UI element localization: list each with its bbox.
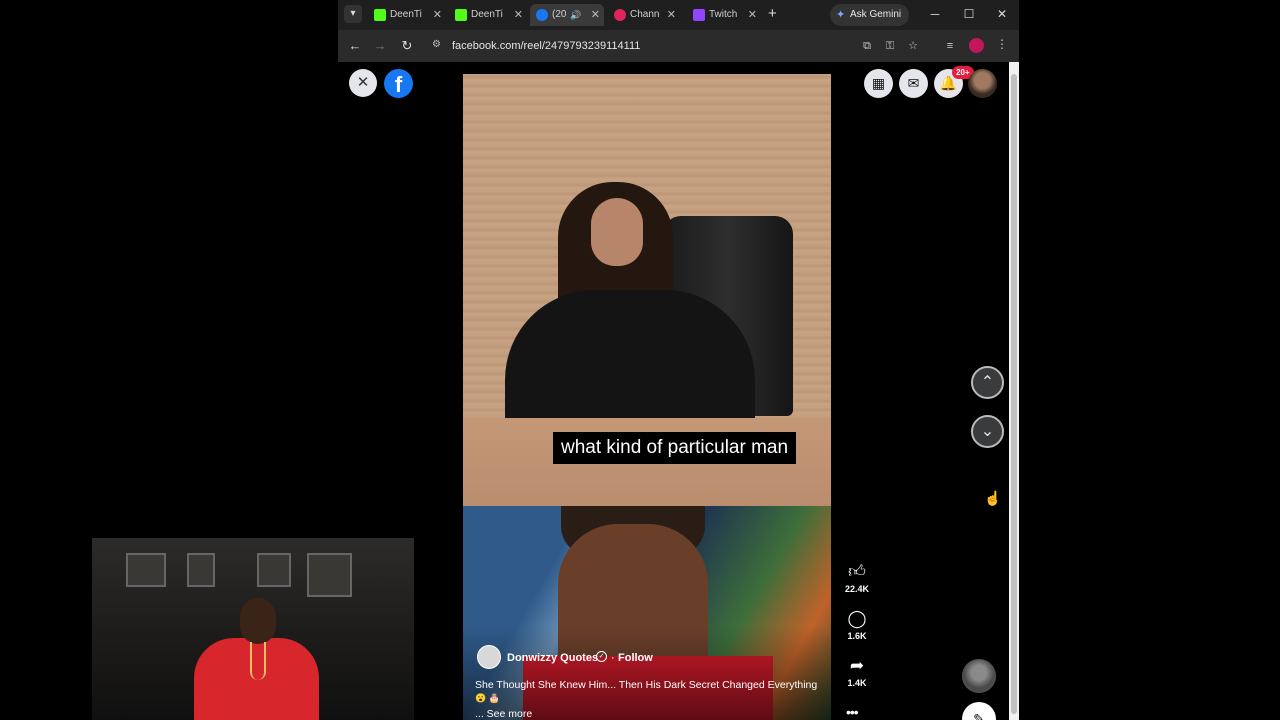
reel-title: She Thought She Knew Him... Then His Dar… [475, 679, 818, 691]
tab-close-icon[interactable]: ✕ [748, 4, 757, 26]
toolbar: ← → ↻ ⚙ facebook.com/reel/24797932391141… [338, 30, 1019, 62]
tab-deenti-2[interactable]: DeenTi ✕ [449, 4, 527, 26]
scrollbar-thumb[interactable] [1011, 74, 1017, 714]
like-count: 22.4K [844, 584, 870, 594]
webcam-overlay [92, 538, 414, 720]
thumbs-up-icon: 👍︎ [848, 562, 866, 581]
kick-icon [455, 9, 467, 21]
messenger-icon[interactable]: ✉ [899, 69, 928, 98]
reel-video-portrait[interactable]: Donwizzy Quotes ✓ · Follow She Thought S… [463, 506, 831, 720]
next-reel-button[interactable]: ⌄ [971, 415, 1004, 448]
previous-reel-button[interactable]: ⌃ [971, 366, 1004, 399]
emoji-icons: 😮 🎂 [475, 693, 500, 703]
mouse-cursor-icon: ☝ [984, 490, 1002, 506]
browser-window: ▾ DeenTi ✕ DeenTi ✕ (20 🔊 ✕ Chann ✕ Twit… [338, 0, 1019, 720]
page-scrollbar[interactable] [1009, 62, 1019, 720]
create-post-button[interactable]: ✎ [962, 702, 996, 720]
tab-close-icon[interactable]: ✕ [667, 4, 676, 26]
creator-avatar[interactable] [962, 659, 996, 693]
like-button[interactable]: 👍︎ 22.4K [838, 562, 876, 594]
close-reel-button[interactable]: ✕ [349, 69, 377, 97]
share-arrow-icon: ➦ [849, 656, 865, 675]
ask-gemini-button[interactable]: Ask Gemini [830, 4, 910, 26]
tab-twitch[interactable]: Twitch ✕ [687, 4, 761, 26]
comment-button[interactable]: ◯ 1.6K [838, 609, 876, 641]
back-button[interactable]: ← [346, 37, 364, 55]
separator-dot: · [611, 652, 615, 664]
cast-icon[interactable]: ⧉ [859, 38, 875, 54]
new-tab-button[interactable]: + [768, 5, 777, 23]
tab-deenti-1[interactable]: DeenTi ✕ [368, 4, 446, 26]
author-name[interactable]: Donwizzy Quotes [507, 652, 598, 664]
share-button[interactable]: ➦ 1.4K [838, 656, 876, 688]
tab-facebook[interactable]: (20 🔊 ✕ [530, 4, 604, 26]
more-options-icon[interactable]: ••• [846, 704, 859, 720]
forward-button[interactable]: → [371, 37, 389, 55]
bookmark-star-icon[interactable]: ☆ [905, 38, 921, 54]
reload-button[interactable]: ↻ [398, 37, 416, 55]
password-key-icon[interactable]: ⚿ [882, 38, 898, 54]
facebook-icon [536, 9, 548, 21]
comment-count: 1.6K [847, 631, 867, 641]
tab-close-icon[interactable]: ✕ [514, 4, 523, 26]
tab-bar: ▾ DeenTi ✕ DeenTi ✕ (20 🔊 ✕ Chann ✕ Twit… [338, 0, 1019, 30]
reel-video-courtroom[interactable]: what kind of particular man [463, 74, 831, 506]
see-more-link[interactable]: ... See more [475, 708, 532, 720]
follow-button[interactable]: Follow [618, 652, 653, 664]
channel-icon [614, 9, 626, 21]
more-menu-icon[interactable]: ⋮ [996, 37, 1008, 51]
minimize-button[interactable]: ─ [925, 4, 945, 24]
verified-icon: ✓ [596, 651, 607, 662]
audio-playing-icon[interactable]: 🔊 [570, 4, 581, 26]
twitch-icon [693, 9, 705, 21]
tab-search-button[interactable]: ▾ [344, 5, 362, 23]
maximize-button[interactable]: ☐ [959, 4, 979, 24]
url-text: facebook.com/reel/2479793239114111 [452, 40, 641, 52]
streamer [194, 598, 324, 720]
tab-channel[interactable]: Chann ✕ [608, 4, 680, 26]
menu-grid-icon[interactable]: ▦ [864, 69, 893, 98]
facebook-logo[interactable]: f [384, 69, 413, 98]
tab-close-icon[interactable]: ✕ [433, 4, 442, 26]
comment-icon: ◯ [847, 609, 867, 628]
account-avatar[interactable] [968, 69, 997, 98]
tab-close-icon[interactable]: ✕ [591, 4, 600, 26]
kick-icon [374, 9, 386, 21]
reels-viewer: ✕ f ▦ ✉ 🔔 20+ what kind of particular ma… [338, 62, 1009, 720]
share-count: 1.4K [847, 678, 867, 688]
author-avatar[interactable] [477, 645, 501, 669]
profile-avatar[interactable] [969, 38, 984, 53]
video-caption: what kind of particular man [553, 432, 797, 464]
reading-list-icon[interactable]: ≡ [942, 38, 958, 54]
close-window-button[interactable]: ✕ [992, 4, 1012, 24]
address-bar[interactable]: ⚙ facebook.com/reel/2479793239114111 [424, 35, 924, 57]
site-info-icon[interactable]: ⚙ [432, 39, 441, 50]
